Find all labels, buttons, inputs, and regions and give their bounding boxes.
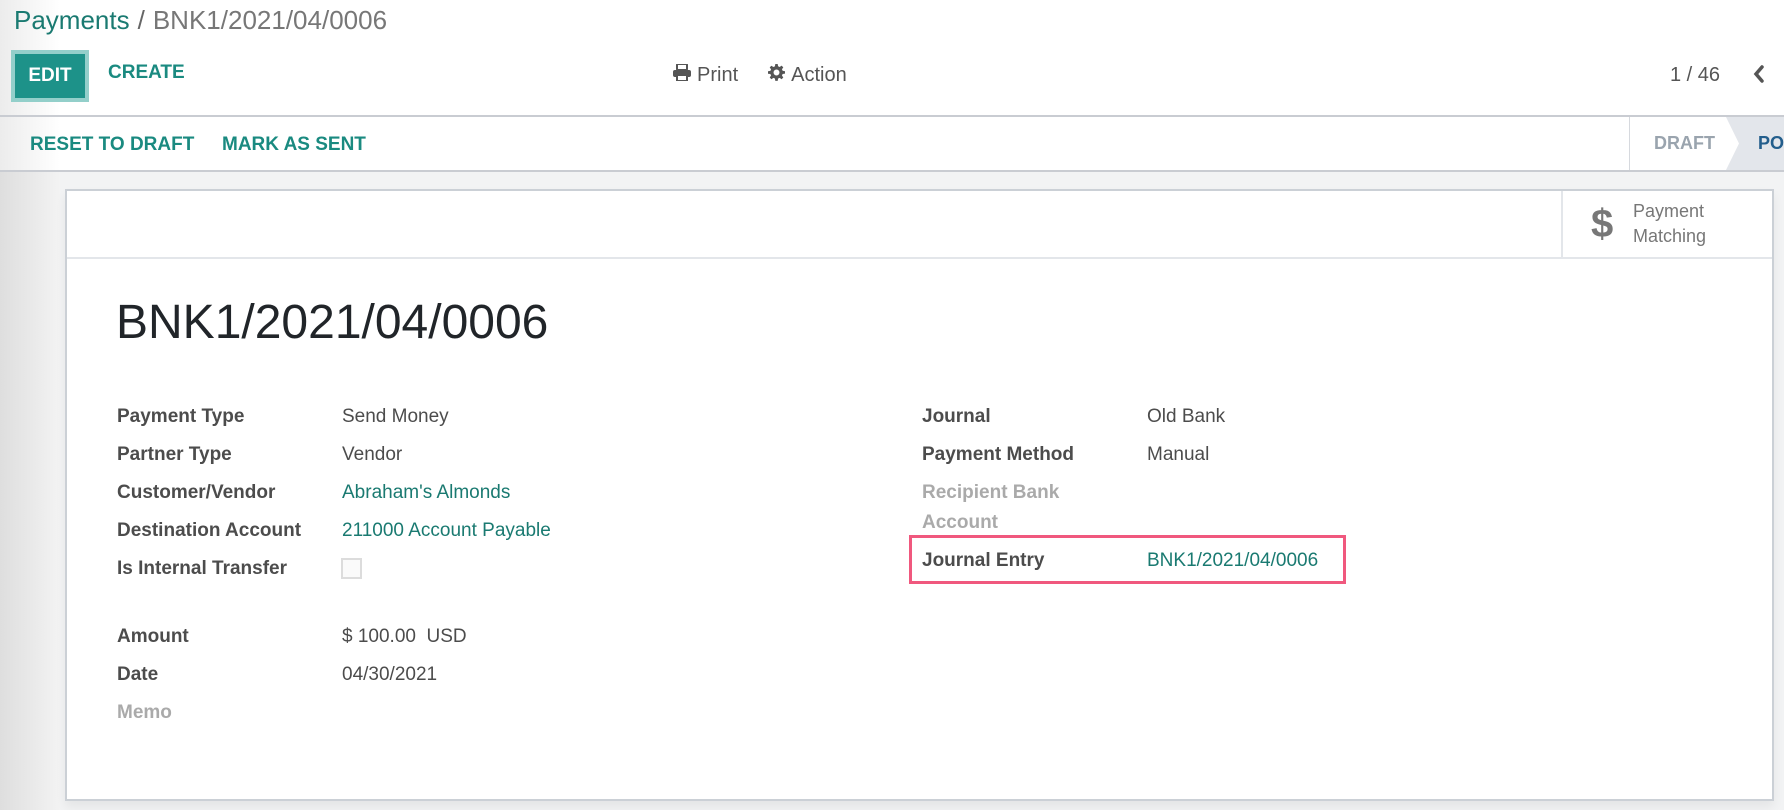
payment-matching-button[interactable]: $ Payment Matching — [1561, 191, 1772, 257]
field-label: Memo — [117, 702, 172, 723]
field-label: Journal — [922, 406, 991, 427]
print-dropdown[interactable]: Print — [673, 63, 739, 87]
field-label: Account — [922, 512, 998, 533]
printer-icon — [673, 63, 691, 87]
field-value: Send Money — [342, 406, 449, 427]
field-label: Recipient Bank — [922, 482, 1060, 503]
breadcrumb-separator: / — [137, 5, 145, 35]
field-label: Payment Method — [922, 444, 1075, 465]
customer-vendor-link[interactable]: Abraham's Almonds — [342, 480, 510, 506]
field-value: Old Bank — [1147, 406, 1226, 427]
breadcrumb: Payments / BNK1/2021/04/0006 — [14, 4, 387, 36]
is-internal-transfer-checkbox[interactable] — [341, 558, 362, 579]
edit-button[interactable]: EDIT — [11, 50, 89, 102]
create-button[interactable]: CREATE — [108, 62, 185, 84]
breadcrumb-current: BNK1/2021/04/0006 — [152, 5, 388, 35]
field-value: Manual — [1147, 444, 1210, 465]
form-sheet: $ Payment Matching BNK1/2021/04/0006 Pay… — [65, 189, 1774, 801]
status-step-posted-label: POSTED — [1758, 133, 1784, 153]
mark-as-sent-button[interactable]: MARK AS SENT — [222, 134, 366, 156]
field-label: Date — [117, 664, 159, 685]
field-label: Customer/Vendor — [117, 482, 276, 503]
destination-account-link[interactable]: 211000 Account Payable — [342, 518, 551, 544]
print-label: Print — [697, 64, 739, 86]
field-value: $ 100.00 USD — [342, 626, 467, 647]
pager-previous-button[interactable] — [1749, 64, 1769, 88]
field-label: Destination Account — [117, 520, 302, 541]
field-label: Is Internal Transfer — [117, 558, 288, 579]
field-label: Payment Type — [117, 406, 245, 427]
statusbar: RESET TO DRAFT MARK AS SENT DRAFT POSTED — [0, 117, 1784, 172]
field-label: Amount — [117, 626, 189, 647]
payment-matching-label: Payment Matching — [1633, 199, 1733, 249]
pager-value[interactable]: 1 / 46 — [1670, 64, 1720, 87]
field-label: Journal Entry — [922, 550, 1045, 571]
record-title: BNK1/2021/04/0006 — [116, 296, 549, 349]
field-value: 04/30/2021 — [342, 664, 438, 685]
action-dropdown[interactable]: Action — [768, 64, 847, 87]
reset-to-draft-button[interactable]: RESET TO DRAFT — [30, 134, 194, 156]
field-label: Partner Type — [117, 444, 232, 465]
button-box: $ Payment Matching — [67, 191, 1772, 259]
status-step-draft[interactable]: DRAFT — [1654, 133, 1715, 154]
gear-icon — [768, 64, 786, 87]
control-panel: Payments / BNK1/2021/04/0006 EDIT CREATE P… — [0, 0, 1784, 117]
breadcrumb-payments-link[interactable]: Payments — [14, 5, 130, 35]
status-steps: DRAFT POSTED — [1629, 117, 1784, 170]
action-label: Action — [791, 64, 847, 86]
status-step-posted[interactable]: POSTED — [1726, 117, 1784, 170]
chevron-left-icon — [1753, 64, 1765, 88]
payment-matching-line1: Payment — [1633, 201, 1705, 221]
dollar-icon: $ — [1591, 202, 1614, 246]
payment-matching-line2: Matching — [1633, 226, 1707, 246]
journal-entry-link[interactable]: BNK1/2021/04/0006 — [1147, 548, 1318, 574]
field-value: Vendor — [342, 444, 403, 465]
toolbar-actions: Print Action — [673, 63, 847, 87]
